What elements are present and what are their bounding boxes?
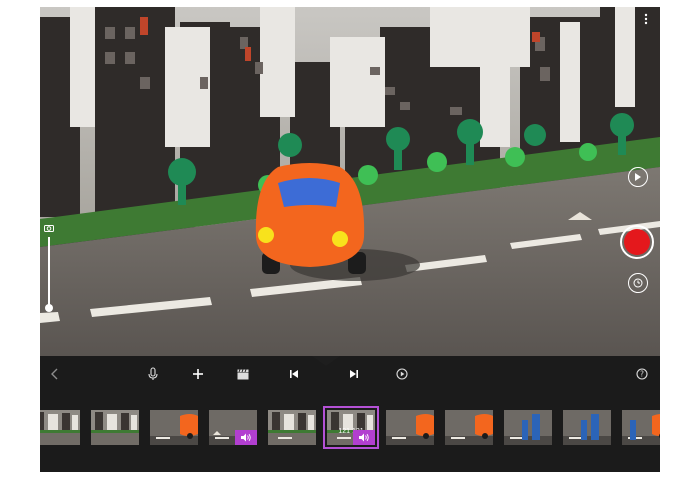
stop-motion-app: ? 121 121: [40, 7, 660, 472]
first-frame-button[interactable]: [282, 356, 306, 392]
timeline-frame[interactable]: [622, 410, 660, 445]
frame-timeline[interactable]: 121 121: [40, 392, 660, 472]
timeline-frame[interactable]: [40, 410, 80, 445]
microphone-button[interactable]: [141, 356, 165, 392]
timeline-frame[interactable]: [91, 410, 139, 445]
timeline-frame[interactable]: [445, 410, 493, 445]
vertical-dots-icon: [644, 13, 648, 25]
audio-badge: [235, 430, 257, 445]
timeline-frame[interactable]: [150, 410, 198, 445]
timeline-frame[interactable]: [268, 410, 316, 445]
skip-to-start-icon: [290, 370, 298, 378]
viewer-handle[interactable]: [312, 356, 340, 366]
exposure-thumb[interactable]: [45, 304, 53, 312]
timer-button[interactable]: [628, 273, 648, 293]
toolbar: ?: [40, 356, 660, 392]
back-button[interactable]: [43, 356, 67, 392]
camera-icon: [44, 225, 54, 232]
timeline-frame[interactable]: [386, 410, 434, 445]
record-button[interactable]: [620, 225, 654, 259]
record-icon: [624, 229, 650, 255]
camera-viewer[interactable]: [40, 7, 660, 356]
svg-text:?: ?: [640, 370, 644, 379]
add-button[interactable]: [186, 356, 210, 392]
timeline-frame[interactable]: [504, 410, 552, 445]
last-frame-button[interactable]: [342, 356, 366, 392]
microphone-icon: [148, 367, 158, 380]
timeline-frame[interactable]: [209, 410, 257, 445]
chevron-left-icon: [51, 368, 58, 380]
speaker-icon: [240, 433, 251, 442]
timeline-frame-selected[interactable]: 121 121: [323, 406, 379, 449]
playback-button[interactable]: [390, 356, 414, 392]
help-button[interactable]: ?: [630, 356, 654, 392]
exposure-slider[interactable]: [40, 221, 60, 331]
speaker-icon: [358, 433, 369, 442]
scene-preview: [40, 7, 660, 356]
timeline-frame[interactable]: [563, 410, 611, 445]
play-circle-icon: [396, 368, 408, 380]
exposure-track: [48, 237, 50, 309]
timer-icon: [633, 278, 643, 288]
plus-icon: [193, 369, 203, 379]
menu-button[interactable]: [638, 11, 654, 27]
play-button[interactable]: [628, 167, 648, 187]
audio-badge: [353, 430, 375, 445]
help-icon: ?: [636, 368, 648, 380]
play-icon: [635, 173, 641, 181]
clapperboard-icon: [237, 368, 249, 379]
skip-to-end-icon: [350, 370, 358, 378]
clapperboard-button[interactable]: [231, 356, 255, 392]
